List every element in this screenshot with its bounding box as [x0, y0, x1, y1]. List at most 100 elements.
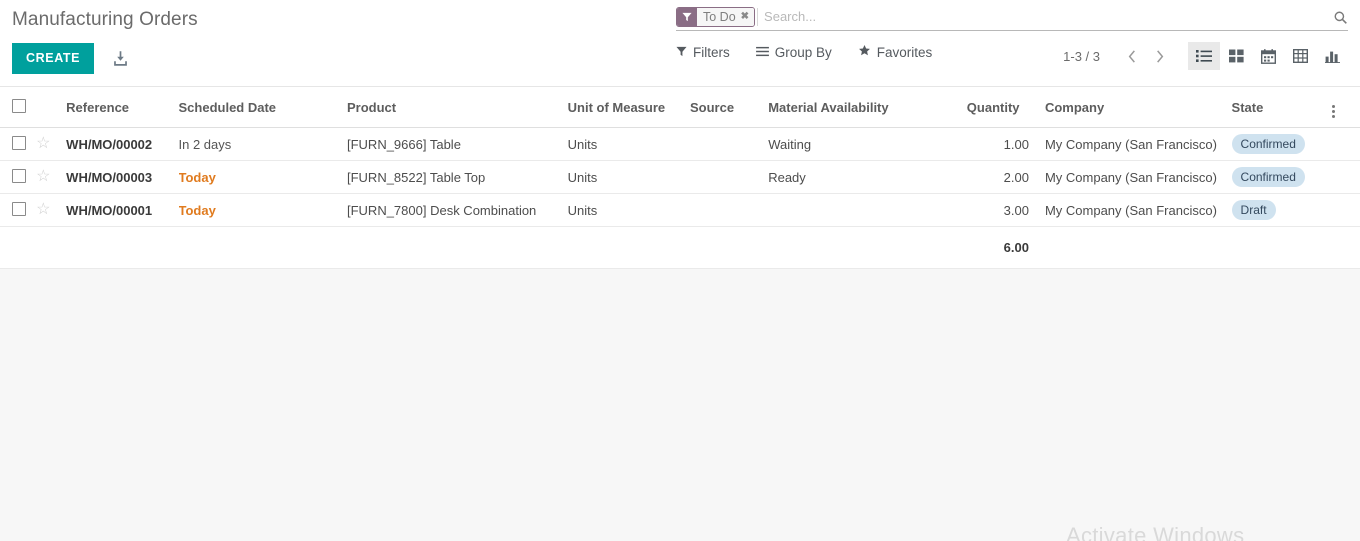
column-header-material-availability[interactable]: Material Availability	[768, 87, 967, 128]
table-row[interactable]: ☆ WH/MO/00003 Today [FURN_8522] Table Top Un…	[0, 160, 1360, 194]
footer-spacer-date	[178, 226, 347, 269]
pivot-view-icon[interactable]	[1284, 42, 1316, 70]
footer-spacer-material	[768, 226, 967, 269]
import-download-icon[interactable]	[108, 48, 133, 69]
cell-material-availability: Waiting	[768, 127, 967, 161]
scheduled-date-text: Today	[178, 202, 216, 218]
cell-quantity: 3.00	[966, 193, 1029, 227]
cell-scheduled-date: Today	[178, 193, 347, 227]
group-by-label: Group By	[774, 44, 832, 60]
column-header-quantity[interactable]: Quantity	[966, 87, 1029, 128]
column-header-source[interactable]: Source	[689, 87, 769, 128]
star-icon[interactable]: ☆	[36, 201, 50, 218]
table-header-row: Reference Scheduled Date Product Unit of…	[0, 87, 1360, 128]
column-header-product[interactable]: Product	[346, 87, 568, 128]
favorites-dropdown[interactable]: Favorites	[858, 44, 933, 60]
cell-options	[1331, 127, 1360, 161]
select-all-checkbox[interactable]	[12, 98, 26, 113]
table-body: ☆ WH/MO/00002 In 2 days [FURN_9666] Table Un…	[0, 127, 1360, 227]
action-buttons: CREATE	[12, 43, 198, 74]
cell-product: [FURN_9666] Table	[346, 127, 568, 161]
select-all-header	[0, 87, 37, 128]
search-area: To Do ✖	[676, 6, 1348, 31]
chevron-right-icon[interactable]	[1146, 42, 1174, 70]
status-badge: Confirmed	[1231, 133, 1305, 155]
cell-reference: WH/MO/00003	[66, 160, 179, 194]
cell-company: My Company (San Francisco)	[1028, 127, 1232, 161]
favorite-header	[36, 87, 67, 128]
row-checkbox[interactable]	[12, 135, 26, 150]
list-lines-icon	[755, 45, 769, 60]
cell-product: [FURN_7800] Desk Combination	[346, 193, 568, 227]
table-row[interactable]: ☆ WH/MO/00001 Today [FURN_7800] Desk Combin…	[0, 193, 1360, 227]
row-checkbox[interactable]	[12, 201, 26, 216]
cell-options	[1331, 160, 1360, 194]
facet-label: To Do	[703, 9, 736, 24]
star-icon[interactable]: ☆	[36, 135, 50, 152]
table-header: Reference Scheduled Date Product Unit of…	[0, 87, 1360, 128]
manufacturing-orders-page: Manufacturing Orders CREATE To Do ✖ Sear…	[0, 0, 1360, 541]
cell-material-availability: Ready	[768, 160, 967, 194]
group-by-dropdown[interactable]: Group By	[755, 44, 832, 60]
column-header-scheduled-date[interactable]: Scheduled Date	[178, 87, 347, 128]
cell-quantity: 1.00	[966, 127, 1029, 161]
view-switcher	[1188, 42, 1348, 70]
search-input[interactable]	[757, 7, 1348, 26]
activate-windows-watermark: Activate Windows	[1066, 523, 1245, 541]
cell-product: [FURN_8522] Table Top	[346, 160, 568, 194]
status-badge: Confirmed	[1231, 166, 1305, 188]
footer-spacer-options	[1331, 226, 1360, 269]
star-icon[interactable]: ☆	[36, 168, 50, 185]
status-badge: Draft	[1231, 199, 1276, 221]
favorites-label: Favorites	[876, 44, 933, 60]
column-header-company[interactable]: Company	[1028, 87, 1232, 128]
footer-spacer-product	[346, 226, 568, 269]
manufacturing-orders-table: Reference Scheduled Date Product Unit of…	[0, 87, 1360, 269]
scheduled-date-text: In 2 days	[178, 136, 232, 152]
column-header-state[interactable]: State	[1231, 87, 1332, 128]
footer-spacer-uom	[567, 226, 690, 269]
row-checkbox[interactable]	[12, 168, 26, 183]
footer-spacer-ref	[66, 226, 179, 269]
graph-view-icon[interactable]	[1316, 42, 1348, 70]
chevron-left-icon[interactable]	[1118, 42, 1146, 70]
cell-company: My Company (San Francisco)	[1028, 160, 1232, 194]
cell-unit-of-measure: Units	[567, 193, 690, 227]
filter-bar: Filters Group By Favorites	[676, 44, 932, 60]
filters-dropdown[interactable]: Filters	[676, 45, 730, 60]
facet-remove-icon[interactable]: ✖	[741, 11, 749, 22]
filter-funnel-icon	[676, 45, 687, 60]
facet-label-wrap: To Do ✖	[697, 7, 755, 26]
footer-spacer-company	[1028, 226, 1232, 269]
optional-columns-header	[1331, 87, 1360, 128]
row-select-cell	[0, 193, 37, 227]
row-select-cell	[0, 127, 37, 161]
search-icon[interactable]	[1333, 10, 1348, 25]
kanban-view-icon[interactable]	[1220, 42, 1252, 70]
cell-material-availability	[768, 193, 967, 227]
pager-and-views: 1-3 / 3	[1063, 42, 1348, 70]
cell-source	[689, 160, 769, 194]
footer-spacer-star	[36, 226, 67, 269]
list-view-icon[interactable]	[1188, 42, 1220, 70]
cell-unit-of-measure: Units	[567, 160, 690, 194]
cell-state: Confirmed	[1231, 127, 1332, 161]
column-header-unit-of-measure[interactable]: Unit of Measure	[567, 87, 690, 128]
reference-text: WH/MO/00002	[66, 136, 153, 152]
calendar-view-icon[interactable]	[1252, 42, 1284, 70]
cell-unit-of-measure: Units	[567, 127, 690, 161]
control-panel-left: Manufacturing Orders CREATE	[12, 0, 198, 74]
search-facet-todo[interactable]: To Do ✖	[676, 6, 756, 27]
star-icon	[858, 44, 871, 60]
search-row[interactable]: To Do ✖	[676, 6, 1348, 31]
cell-options	[1331, 193, 1360, 227]
cell-state: Confirmed	[1231, 160, 1332, 194]
table-row[interactable]: ☆ WH/MO/00002 In 2 days [FURN_9666] Table Un…	[0, 127, 1360, 161]
orders-table-area: Reference Scheduled Date Product Unit of…	[0, 87, 1360, 269]
create-button[interactable]: CREATE	[12, 43, 95, 74]
column-header-reference[interactable]: Reference	[66, 87, 179, 128]
footer-spacer-source	[689, 226, 769, 269]
cell-quantity: 2.00	[966, 160, 1029, 194]
options-dots-icon[interactable]	[1331, 105, 1335, 118]
footer-spacer-state	[1231, 226, 1332, 269]
